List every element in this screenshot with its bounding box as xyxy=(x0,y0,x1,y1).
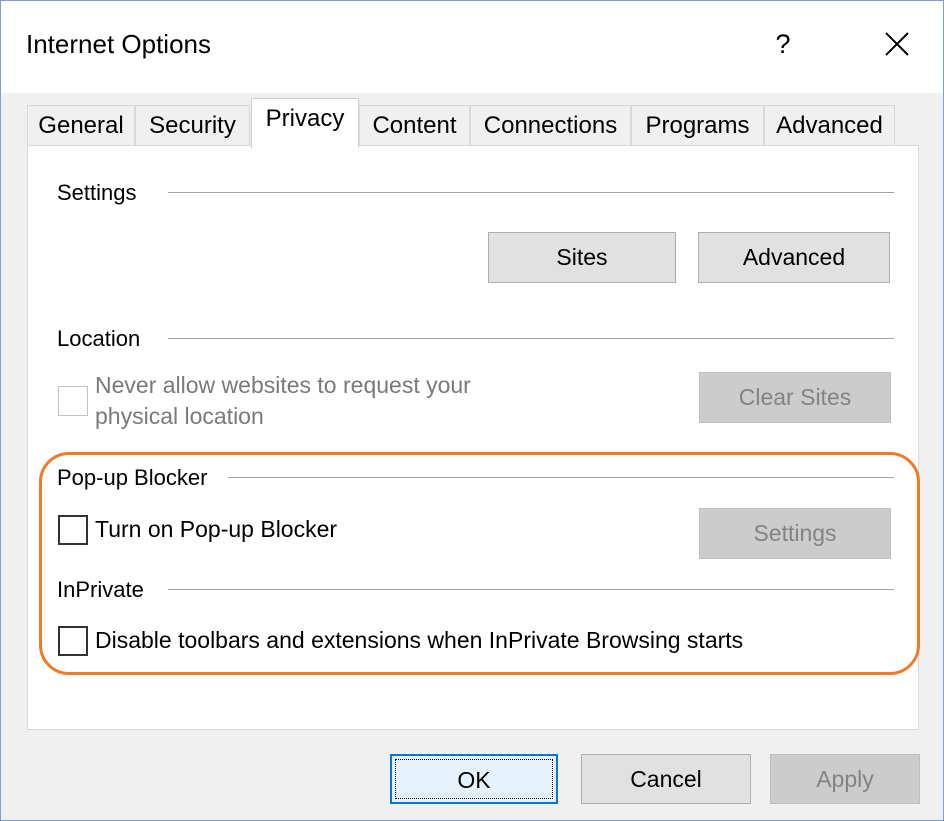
popup-blocker-divider xyxy=(228,477,894,478)
never-allow-location-label: Never allow websites to request your phy… xyxy=(95,370,471,432)
tab-privacy[interactable]: Privacy xyxy=(251,98,359,148)
window-title: Internet Options xyxy=(26,29,211,59)
cancel-button[interactable]: Cancel xyxy=(581,754,751,804)
tab-advanced[interactable]: Advanced xyxy=(764,105,895,145)
privacy-tab-panel: Settings Sites Advanced Location Never a… xyxy=(27,145,919,730)
advanced-settings-button[interactable]: Advanced xyxy=(698,232,890,283)
tab-content[interactable]: Content xyxy=(359,105,470,145)
help-button[interactable]: ? xyxy=(753,19,813,69)
settings-divider xyxy=(168,192,894,193)
never-allow-location-label-line1: Never allow websites to request your xyxy=(95,372,471,398)
title-bar: Internet Options ? xyxy=(1,1,943,93)
tab-connections[interactable]: Connections xyxy=(470,105,631,145)
ok-button[interactable]: OK xyxy=(390,754,558,804)
sites-button[interactable]: Sites xyxy=(488,232,676,283)
tab-programs[interactable]: Programs xyxy=(631,105,764,145)
tab-strip: General Security Privacy Content Connect… xyxy=(1,93,943,148)
inprivate-group-title: InPrivate xyxy=(57,577,154,603)
clear-sites-button[interactable]: Clear Sites xyxy=(699,372,891,423)
disable-toolbars-inprivate-checkbox[interactable] xyxy=(58,626,88,656)
never-allow-location-label-line2: physical location xyxy=(95,403,264,429)
disable-toolbars-inprivate-label: Disable toolbars and extensions when InP… xyxy=(95,627,744,653)
apply-button[interactable]: Apply xyxy=(770,754,920,804)
location-divider xyxy=(168,338,894,339)
tab-general[interactable]: General xyxy=(27,105,135,145)
focus-rectangle xyxy=(395,759,553,799)
popup-blocker-settings-button[interactable]: Settings xyxy=(699,508,891,559)
popup-blocker-group-title: Pop-up Blocker xyxy=(57,465,218,491)
internet-options-dialog: Internet Options ? General Security Priv… xyxy=(0,0,944,821)
location-group-title: Location xyxy=(57,326,151,352)
popup-blocker-checkbox[interactable] xyxy=(58,515,88,545)
close-icon xyxy=(885,32,909,56)
never-allow-location-checkbox[interactable] xyxy=(58,386,88,416)
popup-blocker-label: Turn on Pop-up Blocker xyxy=(95,516,338,542)
inprivate-divider xyxy=(168,589,894,590)
settings-group-title: Settings xyxy=(57,180,147,206)
close-button[interactable] xyxy=(867,19,927,69)
tab-security[interactable]: Security xyxy=(135,105,250,145)
